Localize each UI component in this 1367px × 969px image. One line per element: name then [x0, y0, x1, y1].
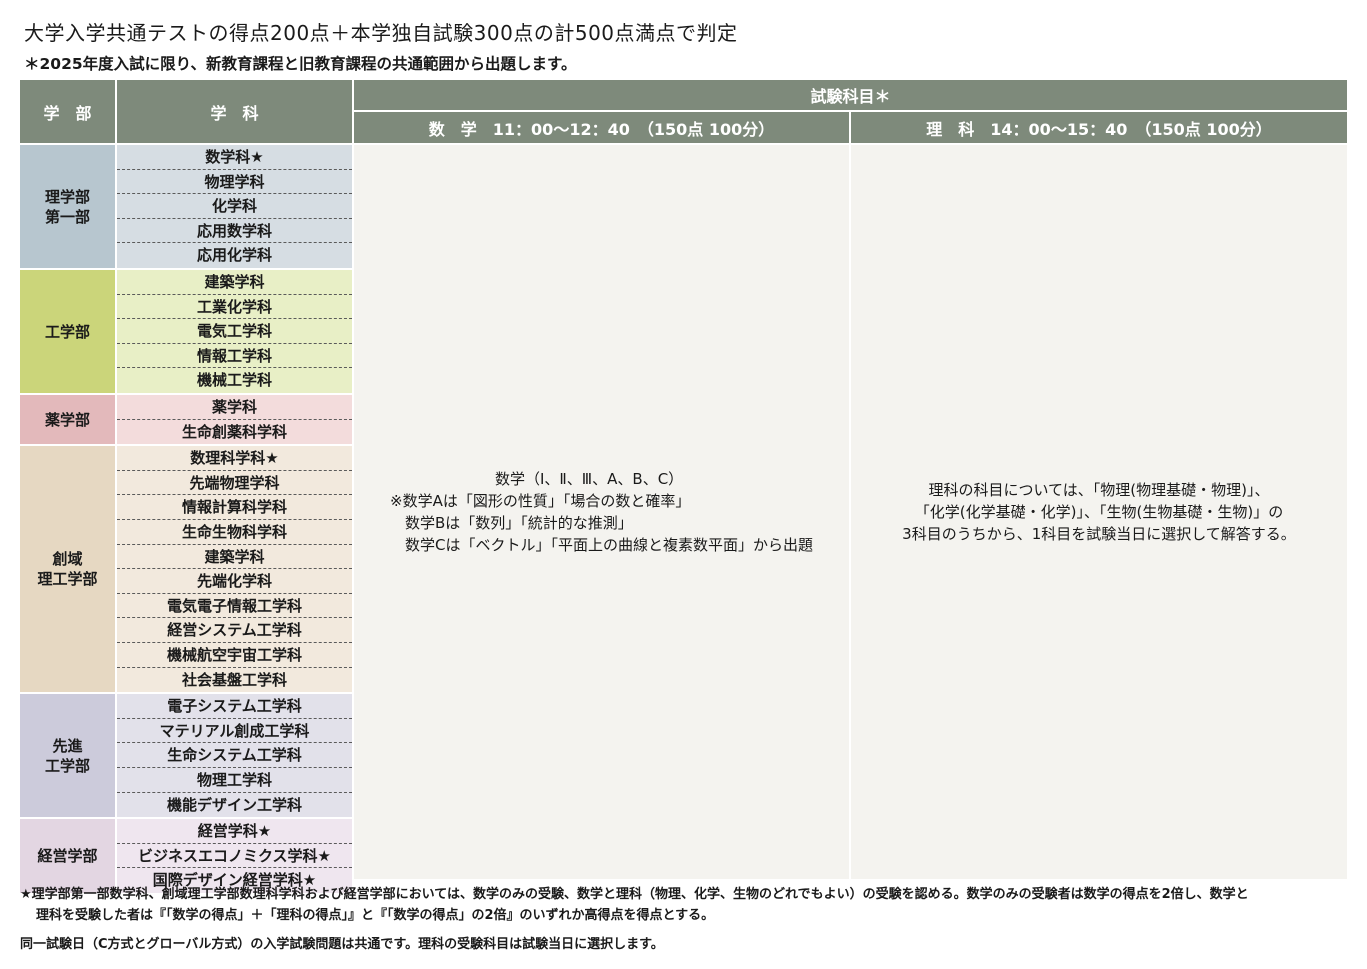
department-row: 応用化学科 [196, 246, 272, 265]
header-department: 学 科 [117, 80, 352, 143]
header-subjects: 試験科目＊ [354, 80, 1347, 110]
department-group: 数学科★ 物理学科 化学科 応用数学科応用化学科 [117, 145, 352, 268]
faculty-name: 薬学部 [44, 410, 90, 429]
department-row: 数学科★ [117, 145, 352, 170]
header-math: 数 学 11：00～12：40 （150点 100分） [354, 112, 849, 143]
department-row: 物理工学科 [117, 768, 352, 793]
faculty-name: 工学部 [44, 322, 90, 341]
department-row: マテリアル創成工学科 [117, 719, 352, 744]
footnote-star-line2: 理科を受験した者は『「数学の得点」＋「理科の得点」』と『「数学の得点」の2倍』の… [36, 908, 715, 923]
header-science-label: 理 科 14：00～15：40 （150点 100分） [926, 119, 1272, 139]
department-row: 機械工学科 [196, 371, 272, 390]
department-row: 生命生物科学科 [117, 520, 352, 545]
curriculum-note: ＊2025年度入試に限り、新教育課程と旧教育課程の共通範囲から出題します。 [24, 55, 577, 73]
faculty-cell: 工学部 [20, 270, 115, 393]
faculty-name: 創域 理工学部 [37, 550, 98, 589]
department-row: 情報計算科学科 [117, 495, 352, 520]
faculty-name: 理学部 第一部 [44, 187, 90, 226]
header-math-label: 数 学 11：00～12：40 （150点 100分） [428, 119, 775, 139]
header-faculty-label: 学 部 [43, 103, 92, 123]
department-group: 建築学科 工業化学科 電気工学科 情報工学科機械工学科 [117, 270, 352, 393]
department-row: 物理学科 [117, 170, 352, 195]
faculty-cell: 理学部 第一部 [20, 145, 115, 268]
footnote-star: ★理学部第一部数学科、創域理工学部数理科学科および経営学部においては、数学のみの… [20, 884, 1350, 926]
footnote-exam-day: 同一試験日（C方式とグローバル方式）の入学試験問題は共通です。理科の受験科目は試… [20, 937, 664, 952]
department-row: 電気電子情報工学科 [117, 594, 352, 619]
faculty-name: 先進 工学部 [44, 736, 90, 775]
math-content-cell: 数学（Ⅰ、Ⅱ、Ⅲ、A、B、C） ※数学Aは「図形の性質」「場合の数と確率」 数学… [354, 145, 849, 879]
faculty-name: 経営学部 [37, 847, 98, 866]
header-subjects-label: 試験科目＊ [810, 87, 891, 106]
math-content: 数学（Ⅰ、Ⅱ、Ⅲ、A、B、C） ※数学Aは「図形の性質」「場合の数と確率」 数学… [390, 470, 813, 554]
faculty-cell: 薬学部 [20, 395, 115, 445]
department-row: 電気工学科 [117, 319, 352, 344]
science-content: 理科の科目については、「物理(物理基礎・物理)」、 「化学(化学基礎・化学)」、… [902, 481, 1296, 543]
department-row: 工業化学科 [117, 295, 352, 320]
department-row: 機械航空宇宙工学科 [117, 643, 352, 668]
department-row: 先端化学科 [117, 569, 352, 594]
department-group: 経営学科★ ビジネスエコノミクス学科★ 国際デザイン経営学科★ [117, 819, 352, 893]
faculty-cell: 経営学部 [20, 819, 115, 893]
faculty-cell: 先進 工学部 [20, 694, 115, 818]
department-row: 建築学科 [117, 270, 352, 295]
department-row: 生命システム工学科 [117, 743, 352, 768]
department-row: 数理科学科★ [117, 446, 352, 471]
header-department-label: 学 科 [210, 103, 259, 123]
department-group: 薬学科生命創薬科学科 [117, 395, 352, 445]
footnote-star-line1: ★理学部第一部数学科、創域理工学部数理科学科および経営学部においては、数学のみの… [20, 887, 1249, 902]
department-row: 情報工学科 [117, 344, 352, 369]
faculty-cell: 創域 理工学部 [20, 446, 115, 693]
department-row: ビジネスエコノミクス学科★ [117, 844, 352, 869]
department-row: 先端物理学科 [117, 471, 352, 496]
department-row: 薬学科 [117, 395, 352, 420]
department-group: 電子システム工学科 マテリアル創成工学科 生命システム工学科 物理工学科機能デザイン工… [117, 694, 352, 818]
department-row: 電子システム工学科 [117, 694, 352, 719]
department-group: 数理科学科★ 先端物理学科 情報計算科学科 生命生物科学科 建築学科 先端化学科 電気電子情… [117, 446, 352, 693]
department-row: 化学科 [117, 194, 352, 219]
department-row: 建築学科 [117, 545, 352, 570]
department-row: 経営学科★ [117, 819, 352, 844]
department-row: 経営システム工学科 [117, 618, 352, 643]
header-faculty: 学 部 [20, 80, 115, 143]
department-row: 応用数学科 [117, 219, 352, 244]
header-science: 理 科 14：00～15：40 （150点 100分） [851, 112, 1347, 143]
department-row: 生命創薬科学科 [181, 422, 287, 441]
science-content-cell: 理科の科目については、「物理(物理基礎・物理)」、 「化学(化学基礎・化学)」、… [851, 145, 1347, 879]
page-title: 大学入学共通テストの得点200点＋本学独自試験300点の計500点満点で判定 [24, 21, 738, 45]
department-row: 機能デザイン工学科 [166, 795, 302, 814]
department-row: 社会基盤工学科 [181, 670, 287, 689]
